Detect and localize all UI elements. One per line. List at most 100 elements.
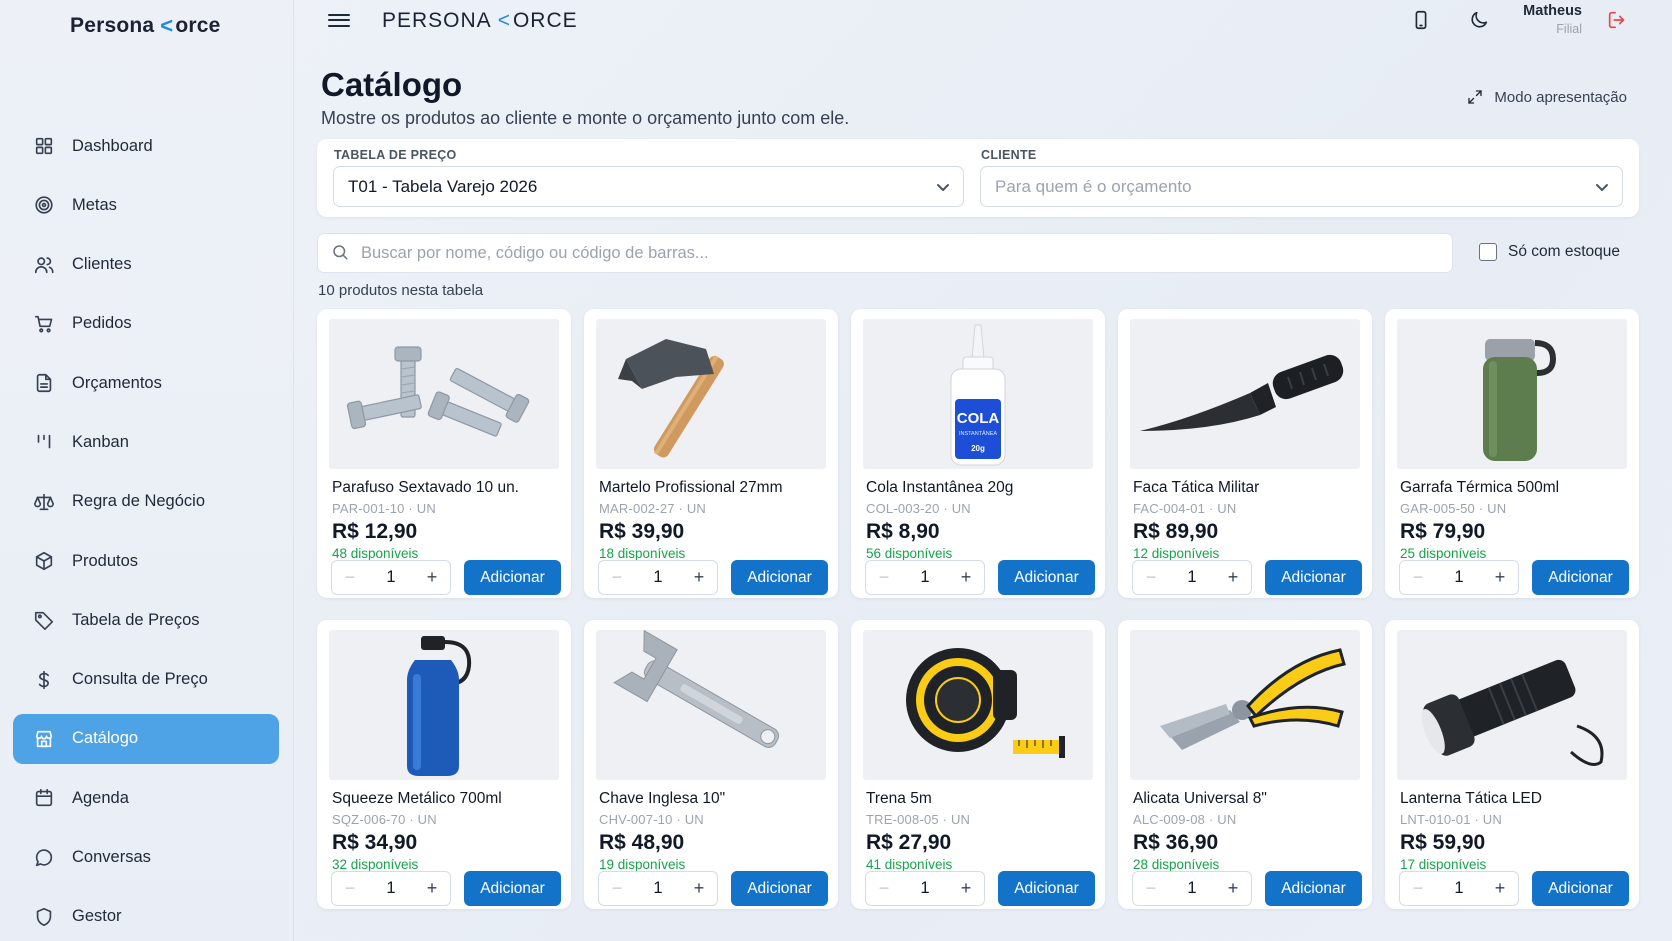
quantity-value[interactable]: 1 [653,568,662,587]
presentation-mode-button[interactable]: Modo apresentação [1466,88,1627,106]
decrement-button[interactable]: − [1143,567,1159,588]
product-card[interactable]: Lanterna Tática LED LNT-010-01 · UN R$ 59,… [1385,620,1639,909]
chevron-down-icon [935,179,951,195]
decrement-button[interactable]: − [342,567,358,588]
increment-button[interactable]: + [424,878,440,899]
quantity-value[interactable]: 1 [1454,568,1463,587]
product-image-knife [1130,319,1360,469]
decrement-button[interactable]: − [1410,878,1426,899]
cart-icon [32,312,56,336]
product-name: Martelo Profissional 27mm [599,479,783,496]
price-table-value: T01 - Tabela Varejo 2026 [348,176,538,196]
product-image-hammer [596,319,826,469]
add-to-quote-button[interactable]: Adicionar [464,871,561,906]
add-to-quote-button[interactable]: Adicionar [731,560,828,595]
quantity-value[interactable]: 1 [1187,879,1196,898]
dark-mode-moon-icon[interactable] [1468,9,1492,33]
product-price: R$ 79,90 [1400,520,1486,543]
logout-icon[interactable] [1606,9,1630,33]
product-card[interactable]: Garrafa Térmica 500ml GAR-005-50 · UN R$ 7… [1385,309,1639,598]
add-to-quote-button[interactable]: Adicionar [464,560,561,595]
sidebar-item-conversas[interactable]: Conversas [13,833,279,883]
sidebar-item-tabela-de-precos[interactable]: Tabela de Preços [13,595,279,645]
brand-logo[interactable]: Persona < orce [70,13,221,38]
product-card[interactable]: Squeeze Metálico 700ml SQZ-006-70 · UN R$ … [317,620,571,909]
add-to-quote-button[interactable]: Adicionar [1265,871,1362,906]
increment-button[interactable]: + [691,567,707,588]
sidebar-item-metas[interactable]: Metas [13,180,279,230]
product-price: R$ 89,90 [1133,520,1219,543]
sidebar-item-clientes[interactable]: Clientes [13,240,279,290]
decrement-button[interactable]: − [876,878,892,899]
checkbox-box[interactable] [1479,243,1497,261]
product-price: R$ 34,90 [332,831,418,854]
client-placeholder: Para quem é o orçamento [995,176,1192,196]
add-to-quote-button[interactable]: Adicionar [1532,871,1629,906]
increment-button[interactable]: + [424,567,440,588]
add-to-quote-button[interactable]: Adicionar [998,560,1095,595]
tag-icon [32,608,56,632]
products-count: 10 produtos nesta tabela [318,282,484,299]
mobile-device-icon[interactable] [1410,9,1434,33]
add-to-quote-button[interactable]: Adicionar [731,871,828,906]
product-card[interactable]: Trena 5m TRE-008-05 · UN R$ 27,90 41 dispon… [851,620,1105,909]
quantity-value[interactable]: 1 [920,568,929,587]
sidebar-item-gestor[interactable]: Gestor [13,892,279,941]
product-card[interactable]: Faca Tática Militar FAC-004-01 · UN R$ 89,… [1118,309,1372,598]
product-card[interactable]: Alicata Universal 8" ALC-009-08 · UN R$ 36… [1118,620,1372,909]
product-image-tape [863,630,1093,780]
sidebar-item-pedidos[interactable]: Pedidos [13,299,279,349]
increment-button[interactable]: + [1492,878,1508,899]
sidebar-nav: Dashboard Metas Clientes Pedidos Orçamentos K… [13,121,279,941]
add-to-quote-button[interactable]: Adicionar [1532,560,1629,595]
search-bar [317,233,1453,273]
sidebar-item-consulta-de-preco[interactable]: Consulta de Preço [13,655,279,705]
decrement-button[interactable]: − [876,567,892,588]
stock-only-label: Só com estoque [1508,243,1621,260]
user-name: Matheus [1523,3,1582,19]
increment-button[interactable]: + [1225,567,1241,588]
decrement-button[interactable]: − [609,567,625,588]
price-table-select[interactable]: T01 - Tabela Varejo 2026 [333,166,964,207]
decrement-button[interactable]: − [1143,878,1159,899]
menu-toggle-icon[interactable] [328,10,350,32]
decrement-button[interactable]: − [342,878,358,899]
stock-only-checkbox[interactable]: Só com estoque [1479,243,1620,261]
decrement-button[interactable]: − [1410,567,1426,588]
increment-button[interactable]: + [1225,878,1241,899]
expand-icon [1468,90,1483,104]
document-icon [32,371,56,395]
sidebar-item-catalogo[interactable]: Catálogo [13,713,279,764]
increment-button[interactable]: + [958,567,974,588]
sidebar-item-regra-de-negocio[interactable]: Regra de Negócio [13,477,279,527]
product-card[interactable]: COLA INSTANTÂNEA 20g Cola Instantânea 20g CO… [851,309,1105,598]
sidebar-item-dashboard[interactable]: Dashboard [13,121,279,171]
product-stock: 32 disponíveis [332,857,419,872]
product-name: Chave Inglesa 10" [599,790,726,807]
product-image-squeeze [329,630,559,780]
top-brand-suffix: ORCE [512,9,578,32]
increment-button[interactable]: + [958,878,974,899]
decrement-button[interactable]: − [609,878,625,899]
client-select[interactable]: Para quem é o orçamento [980,166,1623,207]
search-input[interactable] [361,243,1421,263]
product-card[interactable]: Chave Inglesa 10" CHV-007-10 · UN R$ 48,90… [584,620,838,909]
product-card[interactable]: Parafuso Sextavado 10 un. PAR-001-10 · UN… [317,309,571,598]
sidebar-item-produtos[interactable]: Produtos [13,536,279,586]
add-to-quote-button[interactable]: Adicionar [998,871,1095,906]
add-to-quote-button[interactable]: Adicionar [1265,560,1362,595]
quantity-value[interactable]: 1 [653,879,662,898]
increment-button[interactable]: + [1492,567,1508,588]
increment-button[interactable]: + [691,878,707,899]
sidebar-item-agenda[interactable]: Agenda [13,773,279,823]
product-image-glue: COLA INSTANTÂNEA 20g [863,319,1093,469]
quantity-value[interactable]: 1 [920,879,929,898]
product-card[interactable]: Martelo Profissional 27mm MAR-002-27 · UN… [584,309,838,598]
quantity-value[interactable]: 1 [386,568,395,587]
quantity-value[interactable]: 1 [1187,568,1196,587]
quantity-value[interactable]: 1 [386,879,395,898]
sidebar-item-kanban[interactable]: Kanban [13,417,279,467]
product-image-flashlight [1397,630,1627,780]
sidebar-item-orcamentos[interactable]: Orçamentos [13,358,279,408]
quantity-value[interactable]: 1 [1454,879,1463,898]
